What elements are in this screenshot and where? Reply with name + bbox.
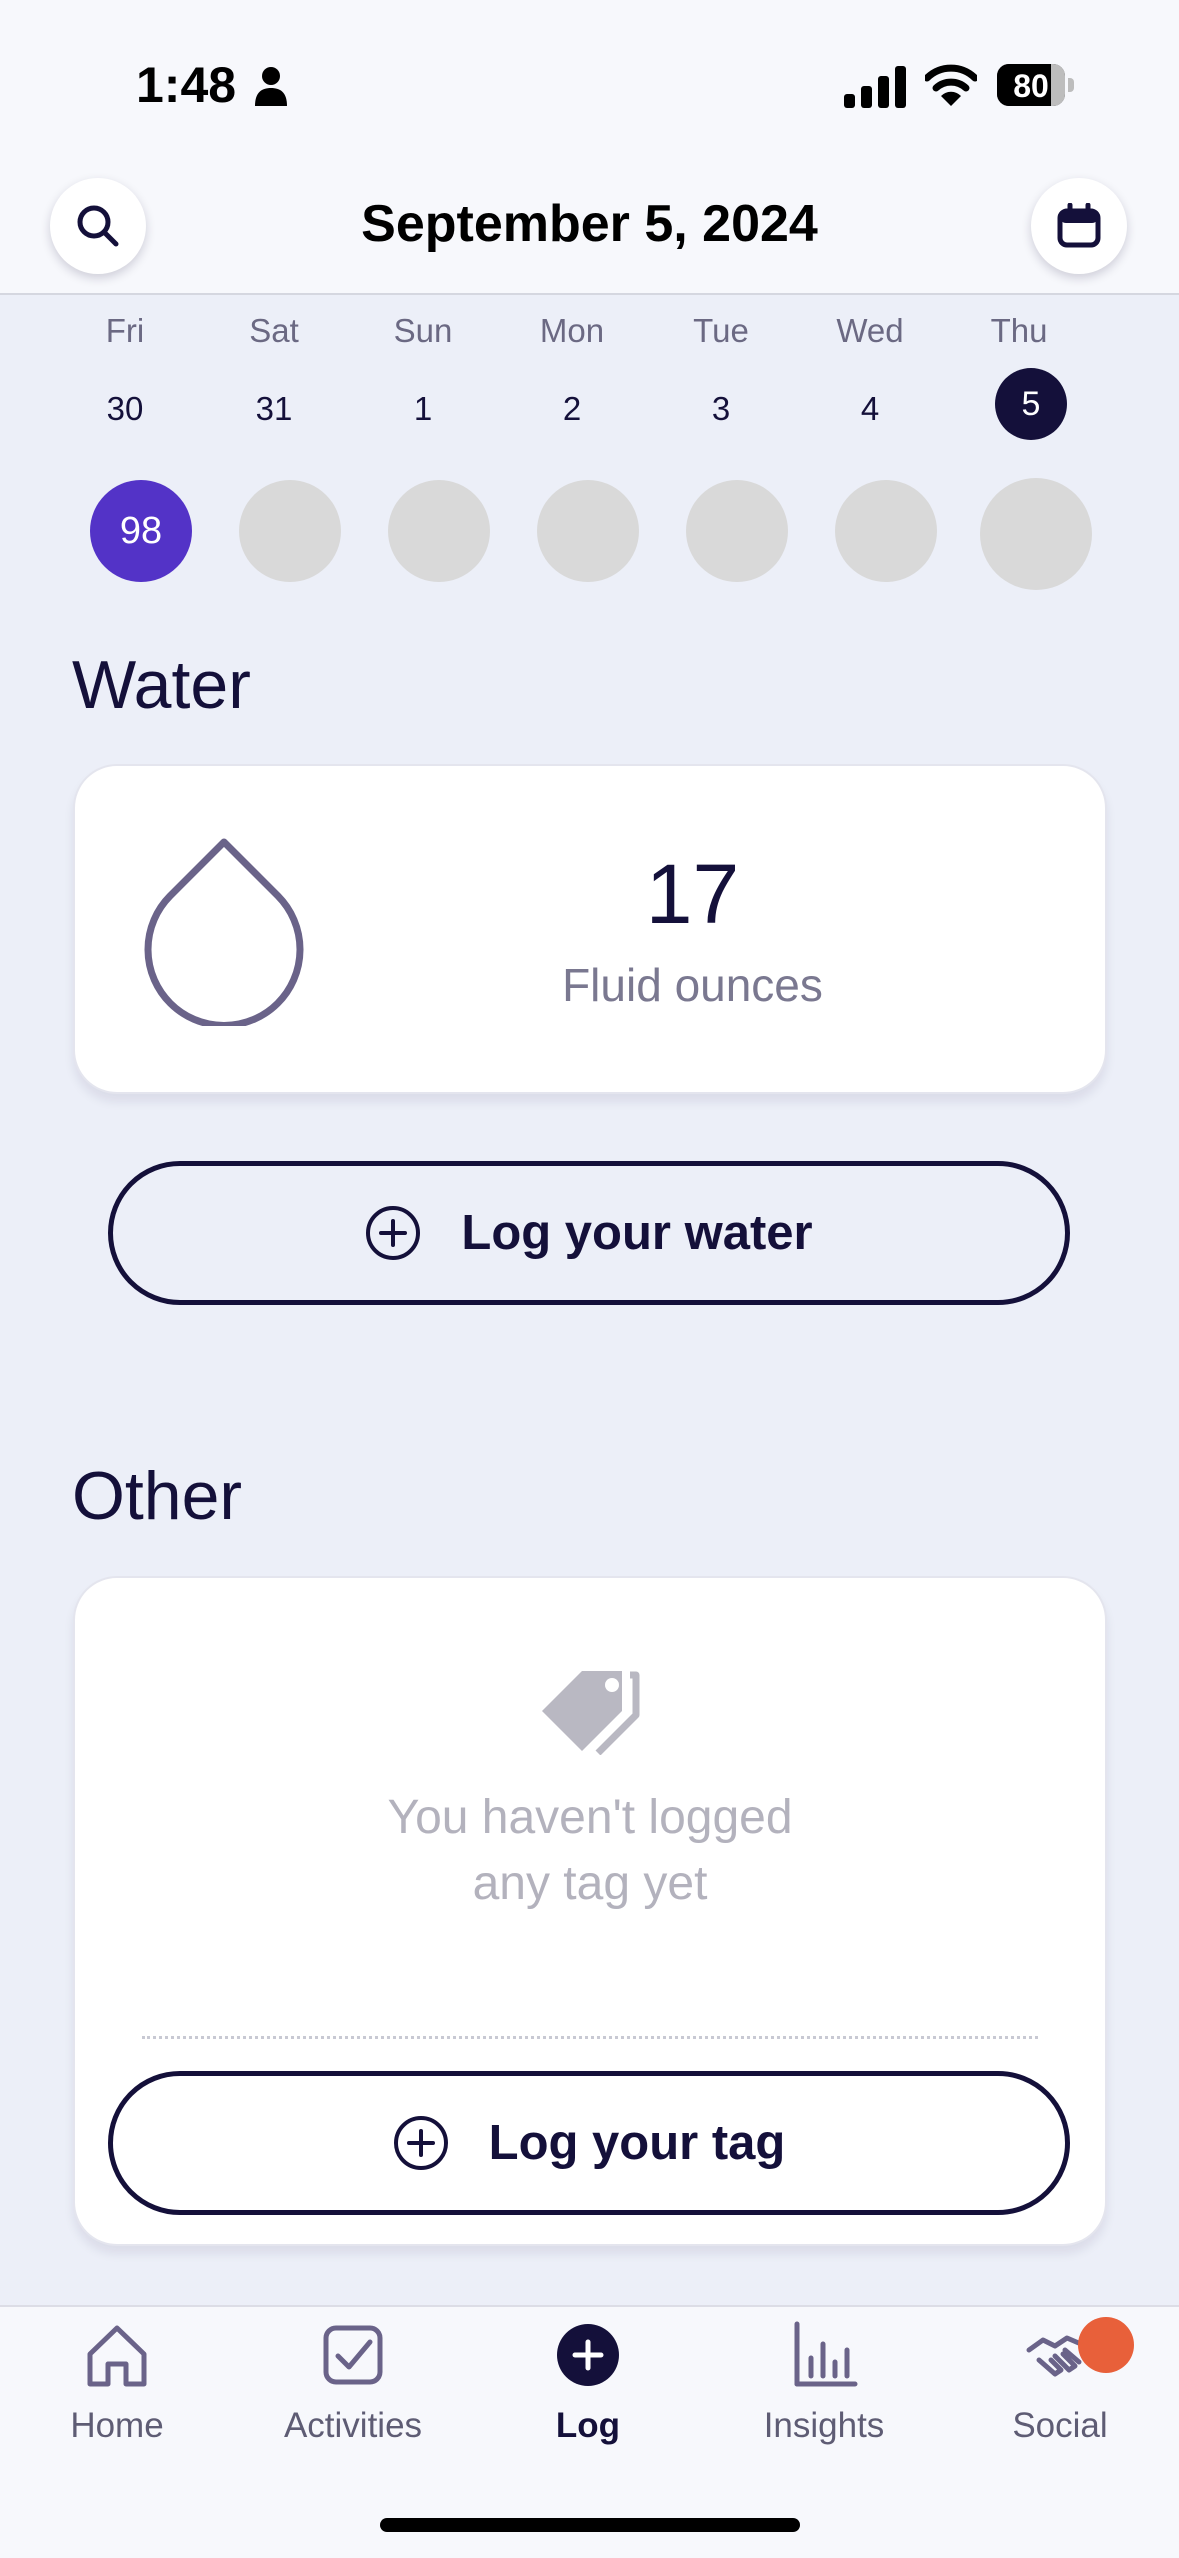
calendar-button[interactable] [1031, 178, 1127, 274]
day-name: Sun [393, 312, 453, 349]
water-amount: 17 [645, 847, 740, 941]
notification-badge [1078, 2317, 1134, 2373]
divider [142, 2036, 1038, 2039]
cellular-signal-icon [844, 66, 906, 108]
page-title[interactable]: September 5, 2024 [200, 194, 979, 254]
nav-log[interactable]: Log [488, 2320, 688, 2460]
day-number: 30 [106, 390, 144, 427]
battery-indicator: 80 [997, 64, 1077, 108]
day-score-circle[interactable] [835, 480, 937, 582]
day-number: 2 [562, 390, 582, 427]
plus-circle-icon [366, 1206, 421, 1260]
day-name: Thu [990, 312, 1048, 349]
search-button[interactable] [50, 178, 146, 274]
day-number-selected: 5 [995, 368, 1067, 440]
nav-activities[interactable]: Activities [253, 2320, 453, 2460]
day-number: 4 [860, 390, 880, 427]
day-name: Wed [836, 312, 904, 349]
nav-home[interactable]: Home [17, 2320, 217, 2460]
tag-icon [542, 1671, 640, 1755]
day-score-circle[interactable] [980, 478, 1092, 590]
day-score-circle[interactable] [239, 480, 341, 582]
calendar-icon [1057, 203, 1101, 248]
log-water-button[interactable]: Log your water [108, 1161, 1070, 1305]
day-score-circle[interactable] [686, 480, 788, 582]
day-score-circle[interactable] [537, 480, 639, 582]
wifi-icon [925, 64, 977, 106]
water-drop-icon [144, 838, 304, 1026]
day-number: 1 [413, 390, 433, 427]
plus-circle-icon [393, 2116, 448, 2170]
nav-label: Home [70, 2406, 164, 2445]
week-strip: Fri 30 98 Sat 31 Sun 1 Mon 2 Tue 3 Wed 4… [50, 300, 1130, 600]
day-score-circle[interactable] [388, 480, 490, 582]
checkbox-icon [323, 2325, 383, 2385]
day-name: Fri [105, 312, 145, 349]
nav-label: Social [1012, 2406, 1108, 2445]
log-tag-label: Log your tag [488, 2116, 786, 2170]
person-icon [255, 67, 287, 106]
nav-label: Log [555, 2406, 621, 2445]
day-score-circle[interactable]: 98 [90, 480, 192, 582]
nav-insights[interactable]: Insights [724, 2320, 924, 2460]
log-tag-button[interactable]: Log your tag [108, 2071, 1070, 2215]
plus-circle-icon [557, 2324, 619, 2386]
nav-label: Insights [763, 2406, 885, 2445]
water-unit: Fluid ounces [562, 959, 823, 1011]
battery-percent: 80 [1013, 68, 1049, 104]
day-name: Tue [693, 312, 749, 349]
other-section-title: Other [72, 1458, 243, 1534]
nav-label: Activities [283, 2406, 423, 2445]
empty-tags-message: You haven't logged any tag yet [387, 1791, 793, 1910]
water-section-title: Water [72, 647, 251, 723]
search-icon [77, 205, 119, 247]
home-icon [87, 2325, 147, 2387]
day-name: Mon [539, 312, 605, 349]
log-water-label: Log your water [461, 1206, 813, 1260]
day-name: Sat [249, 312, 299, 349]
day-number: 3 [711, 390, 731, 427]
status-time: 1:48 [136, 57, 237, 113]
bar-chart-icon [794, 2321, 858, 2387]
day-number: 31 [255, 390, 293, 427]
home-indicator[interactable] [380, 2518, 800, 2532]
